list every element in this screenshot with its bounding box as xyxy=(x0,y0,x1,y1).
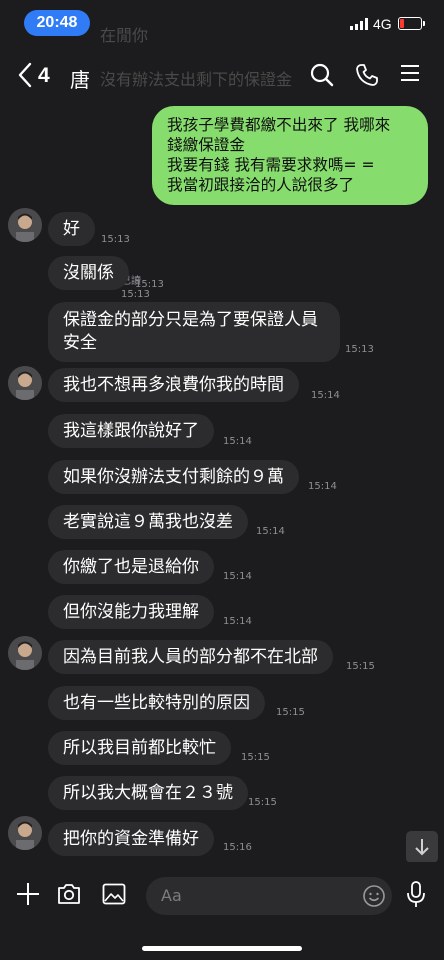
sent-bubble[interactable]: 我孩子學費都繳不出來了 我哪來 錢繳保證金 我要有錢 我有需要求救嗎= = 我當… xyxy=(152,106,428,205)
ghost-text-line1: 在閒你 xyxy=(100,26,149,45)
received-bubble[interactable]: 如果你沒辦法支付剩餘的９萬 xyxy=(48,460,299,494)
message-time: 15:14 xyxy=(223,616,252,627)
battery-icon xyxy=(398,17,425,30)
phone-icon[interactable] xyxy=(355,63,379,87)
received-line: 保證金的部分只是為了要保證人員 xyxy=(63,310,318,330)
message-time: 15:15 xyxy=(346,661,375,672)
message-time: 15:14 xyxy=(308,481,337,492)
received-bubble[interactable]: 也有一些比較特別的原因 xyxy=(48,686,265,720)
avatar-image xyxy=(8,816,42,850)
avatar-image xyxy=(8,366,42,400)
status-bar: 20:48 4G xyxy=(0,0,444,48)
received-bubble[interactable]: 保證金的部分只是為了要保證人員 安全 xyxy=(48,302,340,362)
input-placeholder: Aa xyxy=(161,886,182,905)
signal-icon xyxy=(350,18,368,30)
received-bubble[interactable]: 把你的資金準備好 xyxy=(48,822,214,856)
sent-line: 我當初跟接洽的人說很多了 xyxy=(167,176,355,194)
home-indicator xyxy=(142,946,302,951)
received-bubble[interactable]: 所以我大概會在２３號 xyxy=(48,776,248,810)
input-bar: Aa xyxy=(0,862,444,960)
avatar-image xyxy=(8,208,42,242)
message-time: 15:13 xyxy=(135,279,164,290)
message-time: 15:14 xyxy=(311,390,340,401)
avatar[interactable] xyxy=(8,366,42,400)
menu-icon[interactable] xyxy=(400,63,420,83)
scroll-down-button[interactable] xyxy=(406,831,438,863)
image-icon[interactable] xyxy=(102,883,126,905)
received-bubble[interactable]: 好 xyxy=(48,212,95,246)
chat-title: 唐 xyxy=(70,68,90,92)
chat-header: 4 唐 xyxy=(0,52,444,98)
received-bubble[interactable]: 但你沒能力我理解 xyxy=(48,595,214,629)
message-time: 15:15 xyxy=(241,752,270,763)
mic-icon[interactable] xyxy=(406,881,426,909)
avatar-image xyxy=(8,636,42,670)
message-time: 15:13 xyxy=(101,234,130,245)
sent-line: 我要有錢 我有需要求救嗎= = xyxy=(167,156,375,174)
received-bubble[interactable]: 沒關係 xyxy=(48,256,129,290)
message-list[interactable]: 我孩子學費都繳不出來了 我哪來 錢繳保證金 我要有錢 我有需要求救嗎= = 我當… xyxy=(0,100,444,860)
message-time: 15:14 xyxy=(256,526,285,537)
received-bubble[interactable]: 老實說這９萬我也沒差 xyxy=(48,505,248,539)
sent-line: 我孩子學費都繳不出來了 我哪來 xyxy=(167,116,391,134)
message-time: 15:14 xyxy=(223,571,252,582)
unread-count[interactable]: 4 xyxy=(38,64,50,88)
avatar[interactable] xyxy=(8,636,42,670)
arrow-down-icon xyxy=(415,839,429,856)
back-icon[interactable] xyxy=(18,62,32,88)
received-bubble[interactable]: 我也不想再多浪費你我的時間 xyxy=(48,368,299,402)
status-time: 20:48 xyxy=(24,10,90,36)
camera-icon[interactable] xyxy=(57,883,81,905)
message-time: 15:13 xyxy=(345,344,374,355)
message-time: 15:14 xyxy=(223,436,252,447)
plus-icon[interactable] xyxy=(16,882,40,906)
avatar[interactable] xyxy=(8,208,42,242)
received-bubble[interactable]: 你繳了也是退給你 xyxy=(48,550,214,584)
received-line: 安全 xyxy=(63,333,97,353)
sent-message[interactable]: 我孩子學費都繳不出來了 我哪來 錢繳保證金 我要有錢 我有需要求救嗎= = 我當… xyxy=(152,106,428,205)
message-input[interactable]: Aa xyxy=(146,877,392,915)
received-bubble[interactable]: 因為目前我人員的部分都不在北部 xyxy=(48,640,333,674)
emoji-icon[interactable] xyxy=(362,884,386,908)
network-type: 4G xyxy=(373,16,392,32)
received-bubble[interactable]: 我這樣跟你說好了 xyxy=(48,414,214,448)
sent-line: 錢繳保證金 xyxy=(167,136,245,154)
search-icon[interactable] xyxy=(310,63,334,87)
message-time: 15:15 xyxy=(276,707,305,718)
received-bubble[interactable]: 所以我目前都比較忙 xyxy=(48,731,231,765)
message-time: 15:16 xyxy=(223,842,252,853)
avatar[interactable] xyxy=(8,816,42,850)
message-time: 15:15 xyxy=(248,797,277,808)
